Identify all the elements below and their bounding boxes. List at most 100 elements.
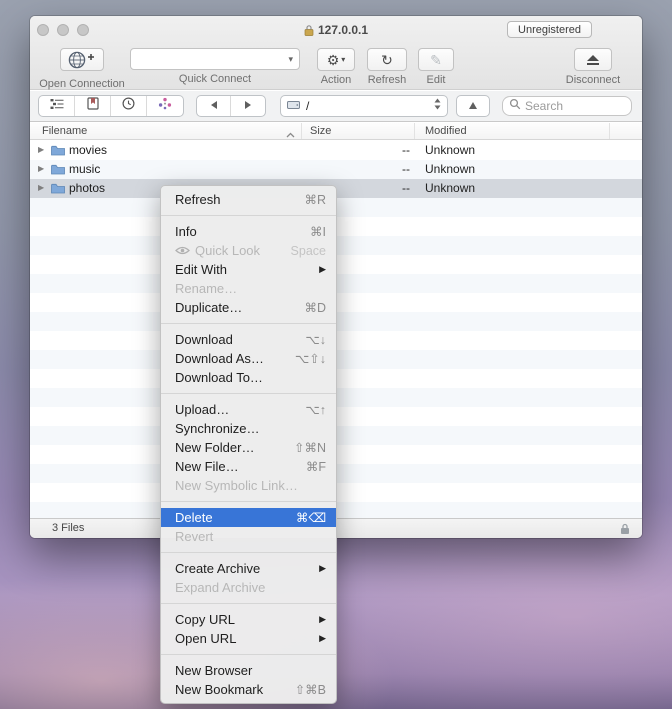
disclosure-triangle-icon[interactable]: ▶: [38, 165, 44, 173]
history-button[interactable]: [111, 96, 147, 116]
forward-icon: [244, 97, 252, 115]
menu-item-shortcut: ⌥⇧↓: [295, 351, 326, 366]
column-header-filename[interactable]: Filename: [30, 123, 302, 139]
folder-icon: [51, 164, 65, 178]
column-header-modified[interactable]: Modified: [415, 123, 610, 139]
stepper-arrows-icon: [434, 97, 441, 115]
bookmarks-button[interactable]: [75, 96, 111, 116]
menu-item-upload[interactable]: Upload… ⌥↑: [161, 400, 336, 419]
submenu-arrow-icon: ▶: [319, 563, 326, 574]
menu-item-label: New Folder…: [175, 440, 254, 455]
menu-item-download-to[interactable]: Download To…: [161, 368, 336, 387]
window-title-text: 127.0.0.1: [318, 23, 368, 37]
menu-item-delete[interactable]: Delete ⌘⌫: [161, 508, 336, 527]
menu-item-label: Download To…: [175, 370, 263, 385]
open-connection-icon[interactable]: [60, 48, 104, 71]
path-value: /: [306, 99, 428, 113]
bookmarks-icon: [87, 97, 99, 115]
menu-item-label: Open URL: [175, 631, 236, 646]
drive-icon: [287, 97, 300, 115]
column-label: Filename: [42, 125, 87, 137]
titlebar[interactable]: 127.0.0.1 Unregistered: [30, 16, 642, 44]
menu-item-synchronize[interactable]: Synchronize…: [161, 419, 336, 438]
disclosure-triangle-icon[interactable]: ▶: [38, 146, 44, 154]
quick-connect-combobox[interactable]: ▾: [130, 48, 300, 70]
menu-item-label: New Bookmark: [175, 682, 263, 697]
menu-item-new-bookmark[interactable]: New Bookmark ⇧⌘B: [161, 680, 336, 699]
menu-item-download[interactable]: Download ⌥↓: [161, 330, 336, 349]
edit-button: ✎ Edit: [418, 48, 454, 86]
menu-item-label: Download As…: [175, 351, 264, 366]
action-button[interactable]: ⚙▾ Action: [316, 48, 356, 86]
menu-item-copy-url[interactable]: Copy URL ▶: [161, 610, 336, 629]
menu-item-new-browser[interactable]: New Browser: [161, 661, 336, 680]
forward-button[interactable]: [231, 96, 265, 116]
menu-item-open-url[interactable]: Open URL ▶: [161, 629, 336, 648]
file-size: --: [330, 162, 410, 176]
menu-separator: [161, 323, 336, 324]
disconnect-label: Disconnect: [558, 74, 628, 86]
parent-directory-button[interactable]: [456, 95, 490, 117]
open-connection-button[interactable]: Open Connection: [34, 48, 130, 90]
unregistered-button[interactable]: Unregistered: [507, 21, 592, 38]
menu-item-revert: Revert: [161, 527, 336, 546]
file-modified: Unknown: [425, 143, 475, 157]
disconnect-button[interactable]: Disconnect: [558, 48, 628, 86]
menu-item-label: Edit With: [175, 262, 227, 277]
submenu-arrow-icon: ▶: [319, 633, 326, 644]
menu-item-label: Revert: [175, 529, 213, 544]
table-header: Filename Size Modified: [30, 123, 642, 140]
search-input[interactable]: [525, 99, 615, 113]
bonjour-button[interactable]: [147, 96, 183, 116]
menu-item-label: Copy URL: [175, 612, 235, 627]
desktop-background: 127.0.0.1 Unregistered Open Connection ▾…: [0, 0, 672, 709]
menu-item-refresh[interactable]: Refresh ⌘R: [161, 190, 336, 209]
menu-item-shortcut: ⌘⌫: [296, 510, 326, 525]
column-label: Modified: [425, 125, 467, 137]
file-name: photos: [69, 181, 105, 195]
gear-icon[interactable]: ⚙▾: [317, 48, 355, 71]
file-name: music: [69, 162, 100, 176]
menu-item-expand-archive: Expand Archive: [161, 578, 336, 597]
refresh-button[interactable]: ↻ Refresh: [364, 48, 410, 86]
outline-view-icon: [50, 97, 64, 115]
table-row[interactable]: ▶ music -- Unknown: [30, 160, 642, 179]
connection-lock-icon: [304, 24, 314, 39]
refresh-icon[interactable]: ↻: [367, 48, 407, 71]
menu-item-shortcut: ⇧⌘N: [294, 440, 326, 455]
menu-item-info[interactable]: Info ⌘I: [161, 222, 336, 241]
context-menu: Refresh ⌘R Info ⌘I Quick Look Space Edit…: [160, 185, 337, 704]
menu-item-edit-with[interactable]: Edit With ▶: [161, 260, 336, 279]
menu-item-duplicate[interactable]: Duplicate… ⌘D: [161, 298, 336, 317]
column-header-size[interactable]: Size: [302, 123, 415, 139]
dropdown-arrow-icon: ▾: [341, 55, 345, 64]
path-dropdown[interactable]: /: [280, 95, 448, 117]
menu-item-new-folder[interactable]: New Folder… ⇧⌘N: [161, 438, 336, 457]
eject-icon[interactable]: [574, 48, 612, 71]
menu-item-label: Download: [175, 332, 233, 347]
back-button[interactable]: [197, 96, 231, 116]
menu-item-new-symbolic-link: New Symbolic Link…: [161, 476, 336, 495]
submenu-arrow-icon: ▶: [319, 614, 326, 625]
outline-view-button[interactable]: [39, 96, 75, 116]
menu-separator: [161, 393, 336, 394]
window-chrome: 127.0.0.1 Unregistered Open Connection ▾…: [30, 16, 642, 90]
search-field[interactable]: [502, 96, 632, 116]
disclosure-triangle-icon[interactable]: ▶: [38, 184, 44, 192]
table-row[interactable]: ▶ movies -- Unknown: [30, 141, 642, 160]
file-modified: Unknown: [425, 162, 475, 176]
menu-item-new-file[interactable]: New File… ⌘F: [161, 457, 336, 476]
menu-item-download-as[interactable]: Download As… ⌥⇧↓: [161, 349, 336, 368]
menu-item-create-archive[interactable]: Create Archive ▶: [161, 559, 336, 578]
menu-item-shortcut: ⌥↑: [305, 402, 326, 417]
menu-item-label: Create Archive: [175, 561, 260, 576]
menu-item-label: New Browser: [175, 663, 252, 678]
menu-separator: [161, 552, 336, 553]
pencil-icon: ✎: [418, 48, 454, 71]
menu-item-shortcut: ⌘I: [310, 224, 326, 239]
back-icon: [210, 97, 218, 115]
chevron-down-icon: ▾: [288, 54, 293, 65]
menu-item-label: Duplicate…: [175, 300, 242, 315]
view-segmented-control: [38, 95, 184, 117]
open-connection-label: Open Connection: [34, 78, 130, 90]
